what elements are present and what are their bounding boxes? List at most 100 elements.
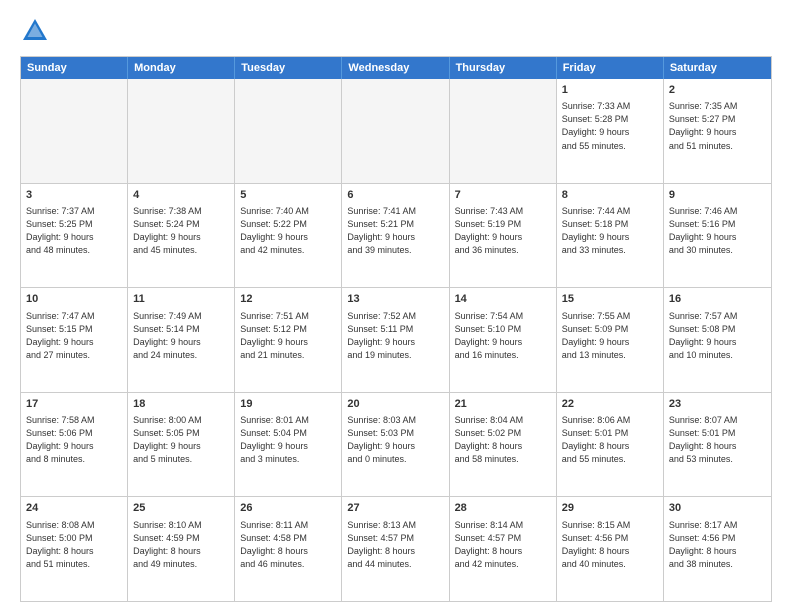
weekday-header: Saturday (664, 57, 771, 79)
day-number: 4 (133, 188, 229, 203)
calendar-cell: 9Sunrise: 7:46 AM Sunset: 5:16 PM Daylig… (664, 184, 771, 288)
day-number: 16 (669, 292, 766, 307)
day-number: 1 (562, 83, 658, 98)
weekday-header: Sunday (21, 57, 128, 79)
day-info: Sunrise: 7:54 AM Sunset: 5:10 PM Dayligh… (455, 310, 551, 362)
calendar-row: 17 Sunrise: 7:58 AM Sunset: 5:06 PM Dayli… (21, 392, 771, 497)
day-number: 18 (133, 397, 229, 412)
calendar-cell: 14Sunrise: 7:54 AM Sunset: 5:10 PM Dayli… (450, 288, 557, 392)
day-number: 25 (133, 501, 229, 516)
day-info: Sunrise: 8:10 AM Sunset: 4:59 PM Dayligh… (133, 519, 229, 571)
calendar-cell: 18 Sunrise: 8:00 AM Sunset: 5:05 PM Dayli… (128, 393, 235, 497)
day-info: Sunrise: 8:01 AM Sunset: 5:04 PM Dayligh… (240, 414, 336, 466)
page: SundayMondayTuesdayWednesdayThursdayFrid… (0, 0, 792, 612)
logo-icon (20, 16, 50, 46)
day-info: Sunrise: 8:03 AM Sunset: 5:03 PM Dayligh… (347, 414, 443, 466)
day-info: Sunrise: 8:06 AM Sunset: 5:01 PM Dayligh… (562, 414, 658, 466)
day-info: Sunrise: 7:57 AM Sunset: 5:08 PM Dayligh… (669, 310, 766, 362)
day-info: Sunrise: 7:47 AM Sunset: 5:15 PM Dayligh… (26, 310, 122, 362)
calendar-cell: 21 Sunrise: 8:04 AM Sunset: 5:02 PM Dayli… (450, 393, 557, 497)
day-number: 27 (347, 501, 443, 516)
calendar-row: 1 Sunrise: 7:33 AM Sunset: 5:28 PM Daylig… (21, 79, 771, 183)
day-info: Sunrise: 7:46 AM Sunset: 5:16 PM Dayligh… (669, 205, 766, 257)
calendar-cell: 30Sunrise: 8:17 AM Sunset: 4:56 PM Dayli… (664, 497, 771, 601)
calendar-cell: 19 Sunrise: 8:01 AM Sunset: 5:04 PM Dayli… (235, 393, 342, 497)
day-info: Sunrise: 7:44 AM Sunset: 5:18 PM Dayligh… (562, 205, 658, 257)
day-number: 17 (26, 397, 122, 412)
day-number: 29 (562, 501, 658, 516)
weekday-header: Thursday (450, 57, 557, 79)
day-number: 11 (133, 292, 229, 307)
calendar-cell: 11 Sunrise: 7:49 AM Sunset: 5:14 PM Dayli… (128, 288, 235, 392)
day-number: 12 (240, 292, 336, 307)
calendar-cell: 7Sunrise: 7:43 AM Sunset: 5:19 PM Daylig… (450, 184, 557, 288)
day-number: 13 (347, 292, 443, 307)
calendar-cell: 12 Sunrise: 7:51 AM Sunset: 5:12 PM Dayli… (235, 288, 342, 392)
calendar-cell: 29 Sunrise: 8:15 AM Sunset: 4:56 PM Dayli… (557, 497, 664, 601)
calendar-cell: 27 Sunrise: 8:13 AM Sunset: 4:57 PM Dayli… (342, 497, 449, 601)
calendar-header: SundayMondayTuesdayWednesdayThursdayFrid… (21, 57, 771, 79)
day-info: Sunrise: 8:00 AM Sunset: 5:05 PM Dayligh… (133, 414, 229, 466)
calendar-cell: 10 Sunrise: 7:47 AM Sunset: 5:15 PM Dayli… (21, 288, 128, 392)
empty-cell (235, 79, 342, 183)
calendar-row: 24Sunrise: 8:08 AM Sunset: 5:00 PM Dayli… (21, 496, 771, 601)
weekday-header: Wednesday (342, 57, 449, 79)
day-info: Sunrise: 8:07 AM Sunset: 5:01 PM Dayligh… (669, 414, 766, 466)
calendar-cell: 16 Sunrise: 7:57 AM Sunset: 5:08 PM Dayli… (664, 288, 771, 392)
calendar-cell: 2 Sunrise: 7:35 AM Sunset: 5:27 PM Daylig… (664, 79, 771, 183)
day-info: Sunrise: 8:04 AM Sunset: 5:02 PM Dayligh… (455, 414, 551, 466)
day-number: 21 (455, 397, 551, 412)
day-number: 3 (26, 188, 122, 203)
calendar-cell: 1 Sunrise: 7:33 AM Sunset: 5:28 PM Daylig… (557, 79, 664, 183)
day-info: Sunrise: 7:41 AM Sunset: 5:21 PM Dayligh… (347, 205, 443, 257)
day-info: Sunrise: 7:55 AM Sunset: 5:09 PM Dayligh… (562, 310, 658, 362)
calendar-cell: 15 Sunrise: 7:55 AM Sunset: 5:09 PM Dayli… (557, 288, 664, 392)
day-info: Sunrise: 8:17 AM Sunset: 4:56 PM Dayligh… (669, 519, 766, 571)
empty-cell (21, 79, 128, 183)
calendar-cell: 23 Sunrise: 8:07 AM Sunset: 5:01 PM Dayli… (664, 393, 771, 497)
day-number: 7 (455, 188, 551, 203)
day-number: 28 (455, 501, 551, 516)
header (20, 16, 772, 46)
logo (20, 16, 54, 46)
day-number: 26 (240, 501, 336, 516)
day-info: Sunrise: 7:49 AM Sunset: 5:14 PM Dayligh… (133, 310, 229, 362)
weekday-header: Tuesday (235, 57, 342, 79)
calendar: SundayMondayTuesdayWednesdayThursdayFrid… (20, 56, 772, 602)
weekday-header: Friday (557, 57, 664, 79)
day-info: Sunrise: 7:51 AM Sunset: 5:12 PM Dayligh… (240, 310, 336, 362)
day-number: 2 (669, 83, 766, 98)
calendar-row: 10 Sunrise: 7:47 AM Sunset: 5:15 PM Dayli… (21, 287, 771, 392)
day-info: Sunrise: 8:08 AM Sunset: 5:00 PM Dayligh… (26, 519, 122, 571)
calendar-cell: 3Sunrise: 7:37 AM Sunset: 5:25 PM Daylig… (21, 184, 128, 288)
day-number: 8 (562, 188, 658, 203)
calendar-body: 1 Sunrise: 7:33 AM Sunset: 5:28 PM Daylig… (21, 79, 771, 601)
day-number: 15 (562, 292, 658, 307)
day-number: 6 (347, 188, 443, 203)
day-info: Sunrise: 8:13 AM Sunset: 4:57 PM Dayligh… (347, 519, 443, 571)
day-number: 20 (347, 397, 443, 412)
day-number: 5 (240, 188, 336, 203)
day-info: Sunrise: 7:52 AM Sunset: 5:11 PM Dayligh… (347, 310, 443, 362)
day-info: Sunrise: 7:33 AM Sunset: 5:28 PM Dayligh… (562, 100, 658, 152)
calendar-cell: 24Sunrise: 8:08 AM Sunset: 5:00 PM Dayli… (21, 497, 128, 601)
calendar-row: 3Sunrise: 7:37 AM Sunset: 5:25 PM Daylig… (21, 183, 771, 288)
empty-cell (342, 79, 449, 183)
day-info: Sunrise: 8:14 AM Sunset: 4:57 PM Dayligh… (455, 519, 551, 571)
calendar-cell: 4 Sunrise: 7:38 AM Sunset: 5:24 PM Daylig… (128, 184, 235, 288)
day-info: Sunrise: 7:38 AM Sunset: 5:24 PM Dayligh… (133, 205, 229, 257)
calendar-cell: 26Sunrise: 8:11 AM Sunset: 4:58 PM Dayli… (235, 497, 342, 601)
empty-cell (450, 79, 557, 183)
calendar-cell: 13 Sunrise: 7:52 AM Sunset: 5:11 PM Dayli… (342, 288, 449, 392)
weekday-header: Monday (128, 57, 235, 79)
calendar-cell: 25 Sunrise: 8:10 AM Sunset: 4:59 PM Dayli… (128, 497, 235, 601)
day-number: 10 (26, 292, 122, 307)
day-info: Sunrise: 7:35 AM Sunset: 5:27 PM Dayligh… (669, 100, 766, 152)
day-number: 23 (669, 397, 766, 412)
empty-cell (128, 79, 235, 183)
calendar-cell: 28 Sunrise: 8:14 AM Sunset: 4:57 PM Dayli… (450, 497, 557, 601)
day-info: Sunrise: 7:58 AM Sunset: 5:06 PM Dayligh… (26, 414, 122, 466)
day-info: Sunrise: 8:15 AM Sunset: 4:56 PM Dayligh… (562, 519, 658, 571)
day-number: 19 (240, 397, 336, 412)
calendar-cell: 22Sunrise: 8:06 AM Sunset: 5:01 PM Dayli… (557, 393, 664, 497)
